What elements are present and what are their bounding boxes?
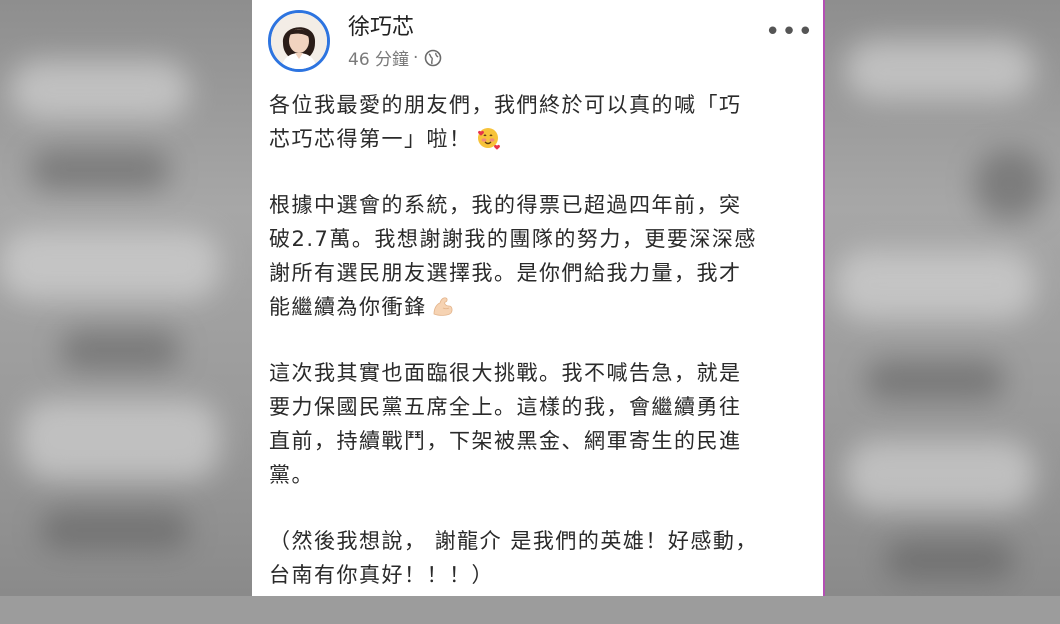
blurred-background-left xyxy=(0,0,252,596)
author-avatar-image xyxy=(271,13,327,69)
post-timestamp[interactable]: 46 分鐘 xyxy=(348,45,409,70)
blurred-background-right xyxy=(825,0,1060,596)
post-line: 各位我最愛的朋友們，我們終於可以真的喊「巧 xyxy=(269,93,742,117)
post-line: 這次我其實也面臨很大挑戰。我不喊告急，就是 xyxy=(269,361,742,385)
post-paragraph: 這次我其實也面臨很大挑戰。我不喊告急，就是 要力保國民黨五席全上。這樣的我，會繼… xyxy=(269,356,809,492)
post-line: 根據中選會的系統，我的得票已超過四年前，突 xyxy=(269,193,742,217)
post-meta: 46 分鐘 · xyxy=(348,45,442,70)
author-name[interactable]: 徐巧芯 xyxy=(348,9,414,41)
post-line: 台南有你真好！！！） xyxy=(269,563,494,587)
post-line: 黨。 xyxy=(269,463,314,487)
post-line: 要力保國民黨五席全上。這樣的我，會繼續勇往 xyxy=(269,395,742,419)
post-paragraph: 根據中選會的系統，我的得票已超過四年前，突 破2.7萬。我想謝謝我的團隊的努力，… xyxy=(269,188,809,324)
frame-edge xyxy=(823,0,825,596)
post-line-text: 芯巧芯得第一」啦！ xyxy=(269,127,472,151)
post-line: 芯巧芯得第一」啦！ xyxy=(269,122,809,156)
more-options-icon: ••• xyxy=(765,17,815,47)
meta-separator: · xyxy=(413,47,419,68)
post-line: 直前，持續戰鬥，下架被黑金、網軍寄生的民進 xyxy=(269,429,742,453)
author-avatar[interactable] xyxy=(268,10,330,72)
post-line-text: 能繼續為你衝鋒 xyxy=(269,295,427,319)
post-line: （然後我想說， 謝龍介 是我們的英雄！好感動， xyxy=(269,529,758,553)
post-body: 各位我最愛的朋友們，我們終於可以真的喊「巧 芯巧芯得第一」啦！ 根據中選會的系統… xyxy=(269,88,809,624)
flexed-biceps-icon xyxy=(431,294,455,318)
post-line: 謝所有選民朋友選擇我。是你們給我力量，我才 xyxy=(269,261,742,285)
post-line: 能繼續為你衝鋒 xyxy=(269,290,809,324)
post-paragraph: （然後我想說， 謝龍介 是我們的英雄！好感動， 台南有你真好！！！） xyxy=(269,524,809,592)
post-line: 破2.7萬。我想謝謝我的團隊的努力，更要深深感 xyxy=(269,227,757,251)
smiling-face-with-hearts-icon xyxy=(476,126,500,150)
globe-icon xyxy=(424,49,442,67)
more-options-button[interactable]: ••• xyxy=(765,19,813,50)
post-paragraph: 各位我最愛的朋友們，我們終於可以真的喊「巧 芯巧芯得第一」啦！ xyxy=(269,88,809,156)
